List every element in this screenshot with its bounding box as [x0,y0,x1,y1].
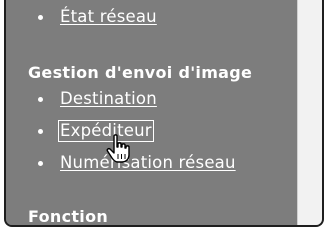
nav-item-numerisation-reseau[interactable]: Numérisation réseau [38,153,236,173]
bullet-icon [38,14,43,20]
nav-link-destination[interactable]: Destination [60,89,157,109]
nav-item-destination[interactable]: Destination [38,89,157,109]
section-heading-gestion-envoi-image: Gestion d'envoi d'image [28,63,253,82]
nav-link-expediteur[interactable]: Expéditeur [58,120,154,142]
scrollbar-track[interactable] [297,0,322,225]
nav-link-numerisation-reseau[interactable]: Numérisation réseau [60,153,236,173]
browser-viewport: État réseau Gestion d'envoi d'image Dest… [4,0,324,227]
bullet-icon [38,160,43,166]
bullet-icon [38,128,43,134]
nav-item-expediteur[interactable]: Expéditeur [38,120,154,142]
sidebar-navigation: État réseau Gestion d'envoi d'image Dest… [6,0,297,225]
nav-link-etat-reseau[interactable]: État réseau [60,7,157,27]
nav-item-etat-reseau[interactable]: État réseau [38,7,157,27]
section-heading-fonction: Fonction [28,207,109,226]
bullet-icon [38,96,43,102]
